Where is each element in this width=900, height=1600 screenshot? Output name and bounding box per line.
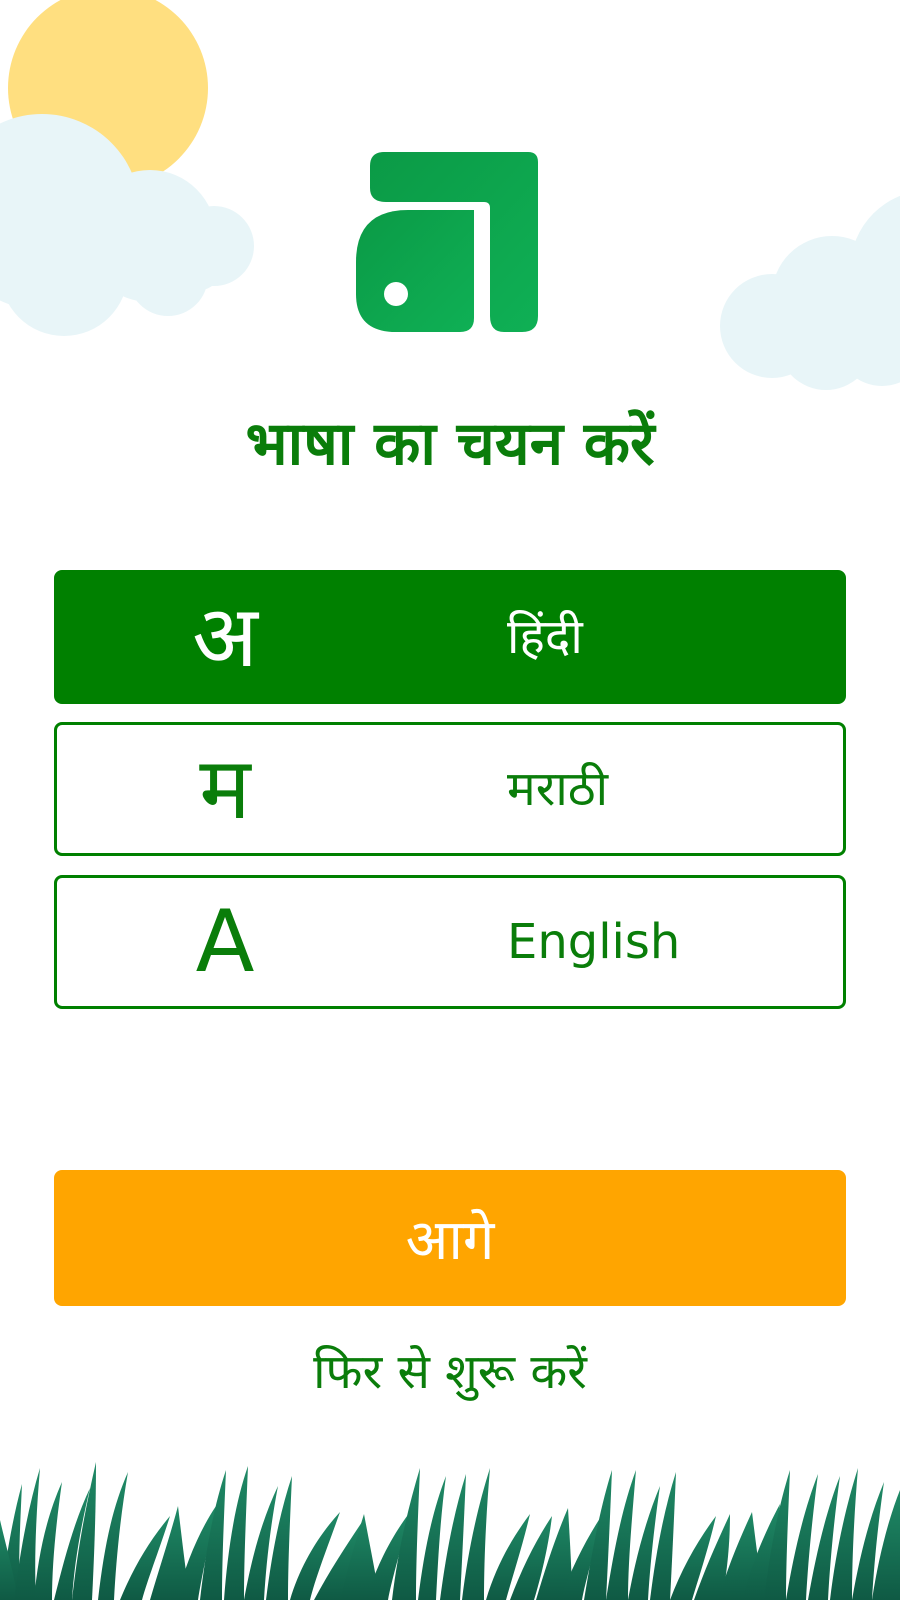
cloud-icon [720,195,900,390]
language-glyph: म [199,739,251,839]
cloud-icon [0,114,254,336]
grass-icon [0,1462,900,1600]
language-label: मराठी [507,761,609,817]
restart-link[interactable]: फिर से शुरू करें [0,1340,900,1404]
page-title: भाषा का चयन करें [245,409,655,479]
sun-icon [8,0,208,188]
language-option-english[interactable]: A English [54,875,846,1009]
app-logo-icon [356,152,538,332]
language-option-marathi[interactable]: म मराठी [54,722,846,856]
language-glyph: अ [192,587,258,687]
language-label: English [507,914,681,970]
language-label: हिंदी [507,609,583,665]
language-glyph: A [195,892,255,992]
language-option-hindi[interactable]: अ हिंदी [54,570,846,704]
next-button[interactable]: आगे [54,1170,846,1306]
